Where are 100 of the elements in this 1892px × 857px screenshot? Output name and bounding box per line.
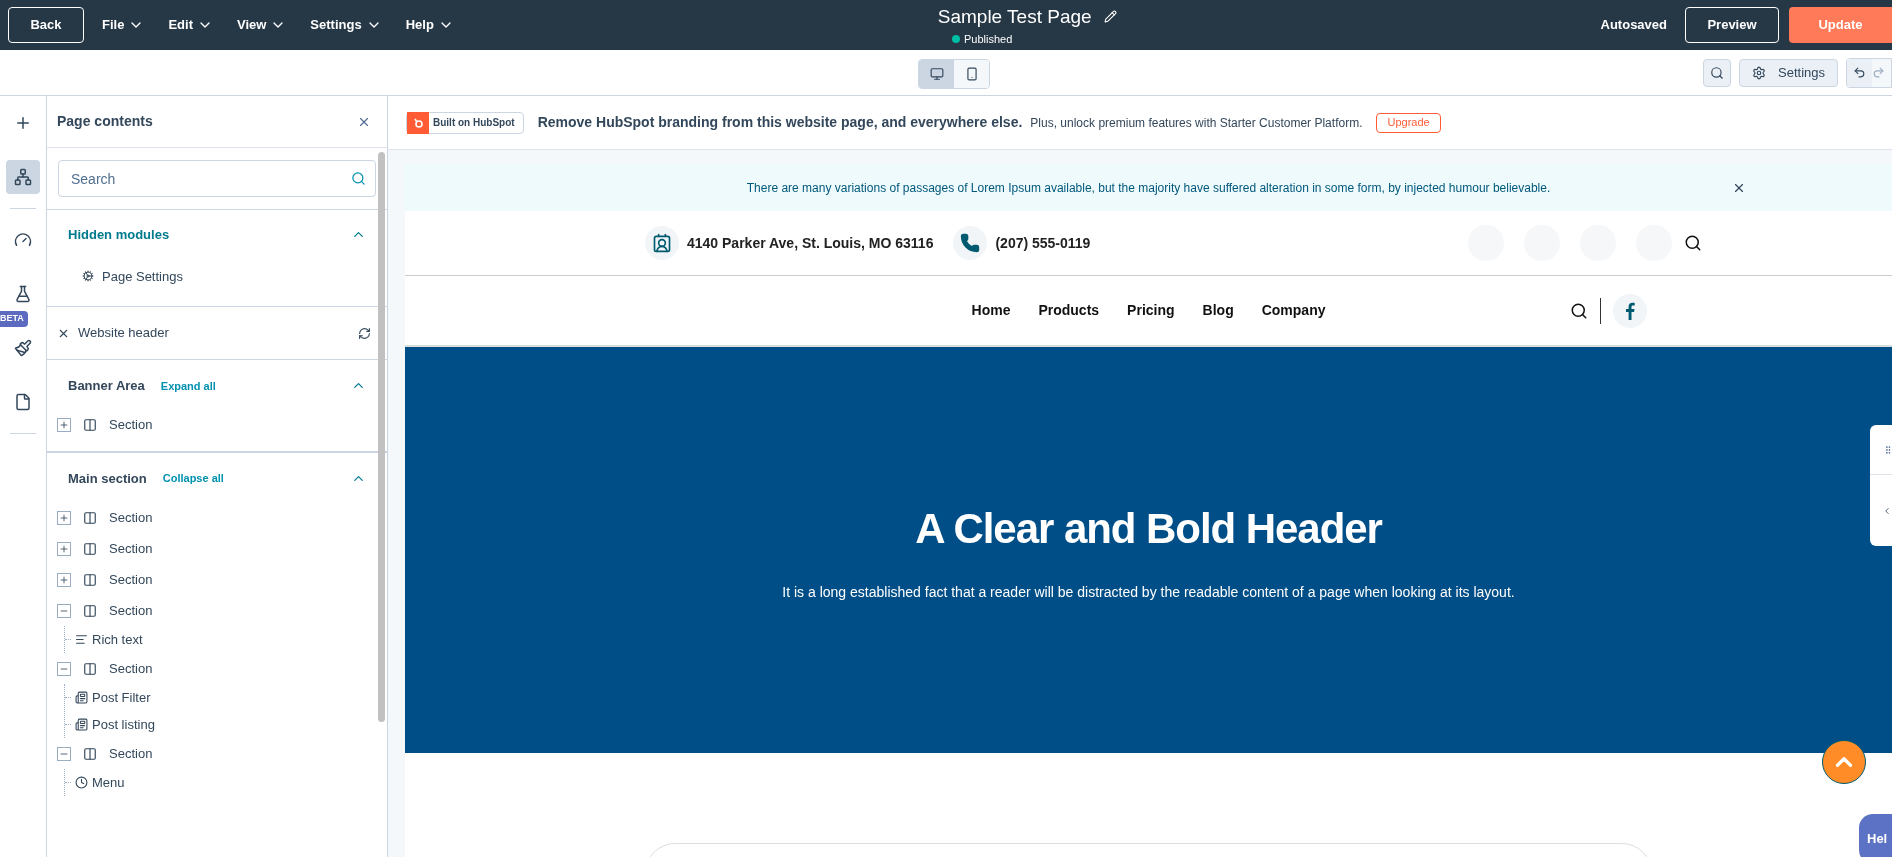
hero-text: It is a long established fact that a reader will be distracted by the readable content of a page when looking at its layout. — [782, 583, 1515, 602]
close-icon[interactable] — [1732, 181, 1746, 195]
settings-icon — [82, 270, 94, 283]
tree-item[interactable]: Website header — [78, 323, 169, 343]
settings-button[interactable]: Settings — [1739, 58, 1838, 87]
module-icon — [75, 691, 88, 704]
tree-item[interactable]: Rich text — [92, 629, 143, 650]
section-icon — [83, 541, 97, 556]
search-field[interactable]: Search — [58, 160, 376, 197]
tree-item[interactable]: Section — [109, 415, 153, 435]
autosaved-label: Autosaved — [1600, 16, 1667, 35]
section-heading[interactable]: Hidden modules — [68, 225, 170, 245]
collapse-toggle[interactable] — [57, 746, 71, 761]
tree-item[interactable]: Section — [109, 569, 153, 590]
nav-link[interactable]: Blog — [1202, 300, 1234, 321]
menu-button[interactable]: Edit — [168, 15, 213, 35]
tree-item[interactable]: Section — [109, 743, 153, 764]
flask-icon — [14, 285, 32, 303]
toggle-all-link[interactable]: Collapse all — [162, 470, 224, 487]
plus-icon — [59, 512, 69, 523]
expand-toggle[interactable] — [57, 572, 71, 587]
tree-item[interactable]: Post Filter — [92, 687, 151, 708]
monitor-icon — [929, 67, 944, 81]
expand-toggle[interactable] — [57, 541, 71, 556]
nav-link[interactable]: Products — [1038, 300, 1100, 321]
tree-icon — [14, 168, 32, 186]
add-icon — [14, 114, 32, 132]
undo-button[interactable] — [1847, 58, 1872, 87]
back-button[interactable]: Back — [8, 7, 84, 43]
collapse-toggle[interactable] — [57, 603, 71, 618]
section-icon — [83, 418, 97, 432]
nav-link[interactable]: Pricing — [1127, 300, 1175, 321]
tree-item[interactable]: Post listing — [92, 714, 155, 735]
nav-link[interactable]: Company — [1261, 300, 1326, 321]
phone-text[interactable]: (207) 555-0119 — [995, 232, 1091, 254]
plus-icon — [59, 543, 69, 554]
section-icon — [83, 603, 97, 618]
menu-button[interactable]: Settings — [310, 15, 382, 35]
module-icon — [75, 633, 88, 646]
redo-icon — [1871, 66, 1885, 79]
facebook-icon — [1625, 301, 1635, 320]
brush-icon — [14, 339, 32, 357]
menu-button[interactable]: Help — [405, 15, 454, 35]
tree-item[interactable]: Section — [109, 538, 153, 559]
section-icon — [83, 746, 97, 761]
expand-toggle[interactable] — [57, 418, 71, 432]
promo-text: Plus, unlock premium features with Starter Customer Platform. — [1030, 114, 1363, 132]
plus-icon — [59, 574, 69, 585]
notice-text: There are many variations of passages of Lorem Ipsum available, but the majority have suffered alteration in some form, by injected humour believable. — [746, 180, 1551, 197]
section-icon — [83, 572, 97, 587]
section-icon — [83, 661, 97, 676]
desktop-view-button[interactable] — [919, 60, 954, 88]
group-heading: Main section — [68, 469, 147, 488]
tree-item[interactable]: Section — [109, 600, 153, 621]
chat-launcher[interactable]: Hel — [1859, 814, 1892, 857]
collapse-toggle[interactable] — [57, 661, 71, 676]
phone-icon — [960, 233, 981, 253]
section-icon — [83, 510, 97, 525]
promo-headline: Remove HubSpot branding from this website page, and everywhere else. — [537, 113, 1023, 132]
page-title: Sample Test Page — [937, 4, 1092, 29]
module-icon — [75, 718, 88, 731]
settings-label: Settings — [1778, 63, 1825, 82]
scrollbar[interactable] — [378, 152, 385, 722]
beta-badge: BETA — [0, 311, 28, 327]
menu-button[interactable]: View — [236, 15, 287, 35]
tree-item[interactable]: Section — [109, 658, 153, 679]
phone-icon — [964, 67, 979, 81]
settings-icon — [1752, 65, 1766, 80]
page-icon — [14, 393, 32, 411]
gauge-icon — [14, 231, 32, 249]
panel-title: Page contents — [57, 112, 153, 131]
built-on-badge[interactable]: Built on HubSpot — [406, 111, 524, 134]
tree-item[interactable]: Menu — [92, 772, 125, 793]
search-button[interactable] — [1703, 58, 1731, 87]
search-icon — [351, 171, 366, 186]
sync-icon[interactable] — [358, 326, 371, 340]
edit-icon[interactable] — [1103, 10, 1117, 24]
plus-icon — [59, 420, 69, 430]
search-icon — [1710, 65, 1724, 80]
preview-button[interactable]: Preview — [1685, 7, 1779, 43]
menu-button[interactable]: File — [102, 15, 145, 35]
mobile-view-button[interactable] — [954, 60, 989, 88]
grip-icon[interactable] — [1883, 444, 1892, 455]
tree-tool-button[interactable] — [6, 160, 40, 194]
group-heading: Banner Area — [68, 377, 145, 395]
toggle-all-link[interactable]: Expand all — [160, 377, 216, 394]
status-text: Published — [964, 32, 1013, 47]
address-text[interactable]: 4140 Parker Ave, St. Louis, MO 63116 — [687, 232, 934, 254]
hero-title: A Clear and Bold Header — [915, 504, 1382, 554]
search-icon[interactable] — [1684, 234, 1702, 252]
facebook-button[interactable] — [1613, 293, 1647, 328]
contact-icon — [652, 233, 672, 253]
tree-item[interactable]: Section — [109, 507, 153, 528]
search-icon[interactable] — [1570, 301, 1588, 320]
module-icon — [75, 776, 88, 789]
nav-link[interactable]: Home — [971, 300, 1011, 321]
expand-toggle[interactable] — [57, 510, 71, 525]
tree-item[interactable]: Page Settings — [102, 266, 183, 286]
sprocket-icon — [412, 116, 424, 129]
undo-icon — [1852, 66, 1866, 79]
